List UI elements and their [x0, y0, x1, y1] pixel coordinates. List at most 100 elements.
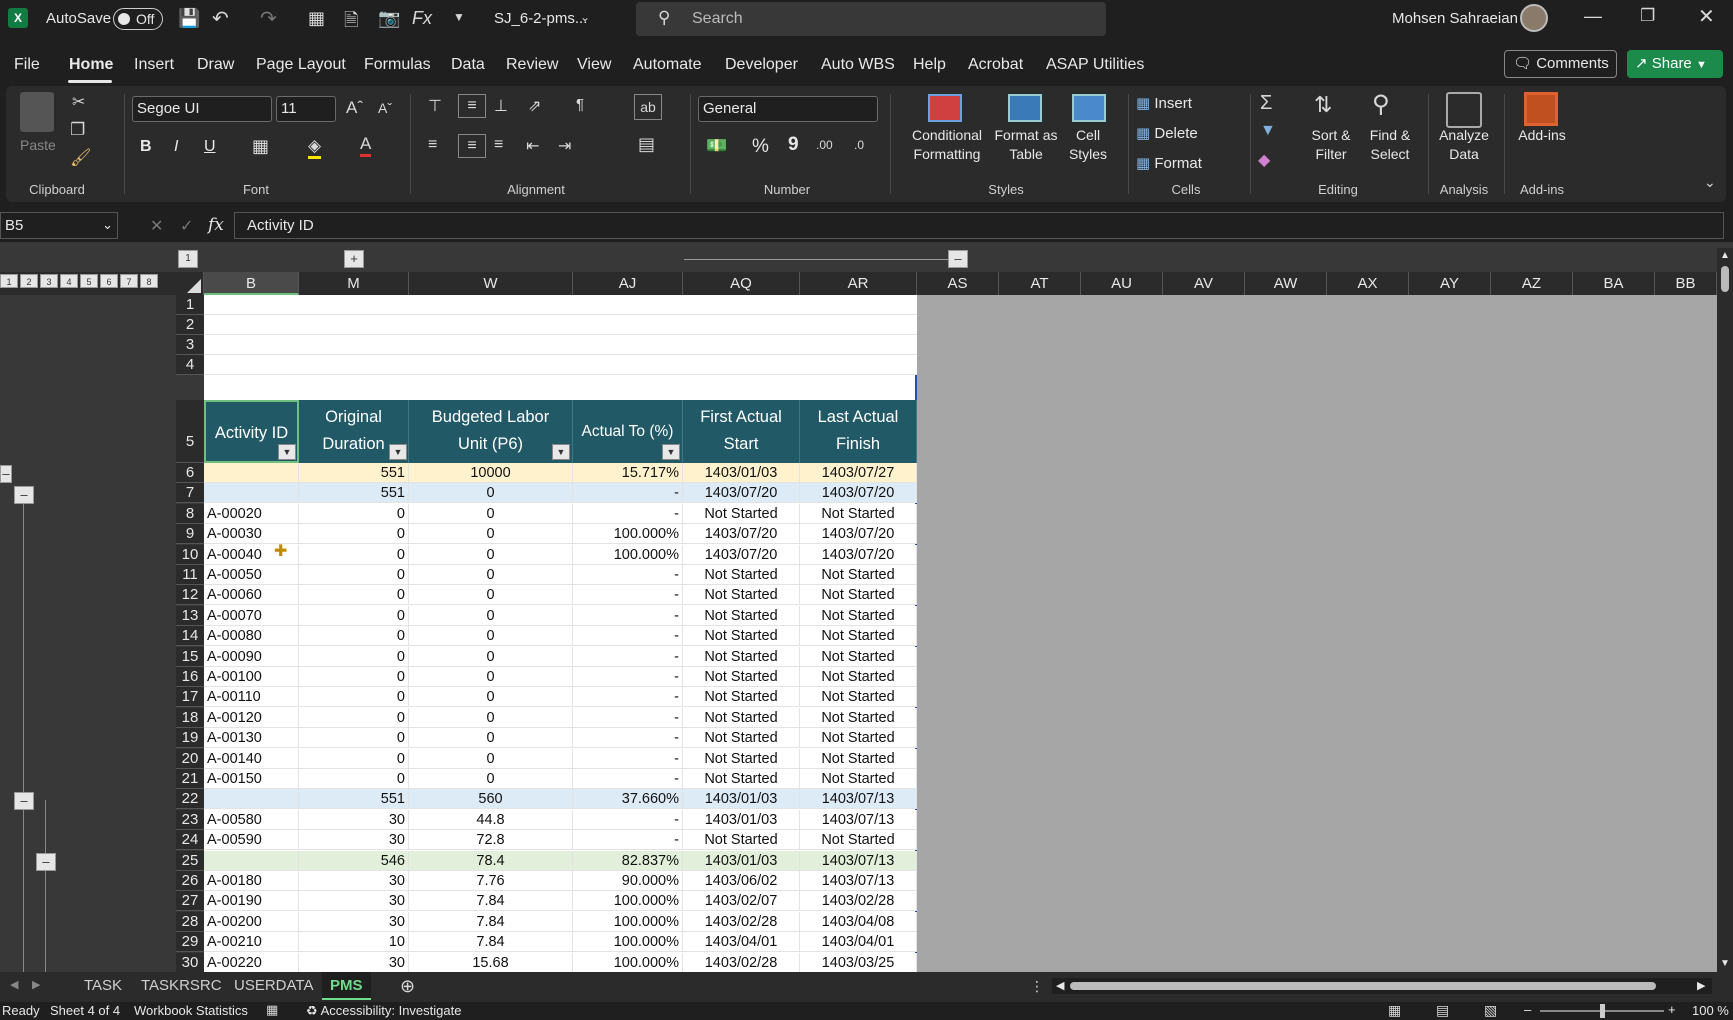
row-header-21[interactable]: 21 [176, 769, 204, 790]
user-name[interactable]: Mohsen Sahraeian [1392, 10, 1518, 27]
cell-w-28[interactable]: 7.84 [409, 912, 573, 933]
menu-review[interactable]: Review [506, 56, 558, 74]
menu-help[interactable]: Help [913, 56, 946, 74]
cell-ar-28[interactable]: 1403/04/08 [800, 912, 917, 933]
cell-w-24[interactable]: 72.8 [409, 830, 573, 851]
borders-icon[interactable]: ▦ [252, 136, 269, 157]
cell-aj-21[interactable]: - [573, 769, 683, 790]
paste-icon[interactable] [20, 92, 54, 132]
cell-m-26[interactable]: 30 [299, 871, 409, 892]
find-select-button[interactable]: Find & Select [1356, 126, 1424, 164]
cell-ar-12[interactable]: Not Started [800, 585, 917, 606]
row-header-19[interactable]: 19 [176, 728, 204, 749]
macro-record-icon[interactable]: ▦ [266, 1002, 278, 1018]
more-options-icon[interactable]: ⋮ [1030, 978, 1044, 995]
row-outline-level-7[interactable]: 7 [120, 274, 138, 288]
row-outline-level-5[interactable]: 5 [80, 274, 98, 288]
cell-ar-14[interactable]: Not Started [800, 626, 917, 647]
redo-icon[interactable]: ↷ [260, 6, 277, 31]
cell-w-13[interactable]: 0 [409, 606, 573, 627]
cell-aq-26[interactable]: 1403/06/02 [683, 871, 800, 892]
cell-b-8[interactable]: A-00020 [204, 504, 299, 525]
align-top-icon[interactable]: ⊤ [428, 96, 442, 116]
zoom-slider[interactable] [1540, 1004, 1664, 1018]
sheet-tab-userdata[interactable]: USERDATA [226, 972, 321, 1000]
cell-aj-23[interactable]: - [573, 810, 683, 831]
cell-m-19[interactable]: 0 [299, 728, 409, 749]
cell-aj-9[interactable]: 100.000% [573, 524, 683, 545]
menu-acrobat[interactable]: Acrobat [968, 56, 1023, 74]
cell-aj-7[interactable]: - [573, 483, 683, 504]
cell-w-18[interactable]: 0 [409, 708, 573, 729]
cell-aj-16[interactable]: - [573, 667, 683, 688]
align-center-icon[interactable]: ≡ [458, 134, 486, 158]
cell-b-28[interactable]: A-00200 [204, 912, 299, 933]
cell-aj-8[interactable]: - [573, 504, 683, 525]
cell-aq-10[interactable]: 1403/07/20 [683, 545, 800, 566]
row-header-26[interactable]: 26 [176, 871, 204, 892]
cell-aq-8[interactable]: Not Started [683, 504, 800, 525]
cancel-entry-icon[interactable]: ✕ [150, 216, 163, 236]
cell-m-7[interactable]: 551 [299, 483, 409, 504]
cell-b-22[interactable] [204, 789, 299, 810]
cell-w-27[interactable]: 7.84 [409, 891, 573, 912]
cell-b-7[interactable] [204, 483, 299, 504]
cell-w-9[interactable]: 0 [409, 524, 573, 545]
zoom-level[interactable]: 100 % [1692, 1003, 1729, 1018]
cell-b-17[interactable]: A-00110 [204, 687, 299, 708]
col-header-ba[interactable]: BA [1573, 272, 1655, 295]
col-header-av[interactable]: AV [1163, 272, 1245, 295]
row-header-14[interactable]: 14 [176, 626, 204, 647]
font-size-select[interactable]: 11 [276, 96, 336, 122]
cell-aq-12[interactable]: Not Started [683, 585, 800, 606]
cell-b-30[interactable]: A-00220 [204, 953, 299, 974]
col-header-ay[interactable]: AY [1409, 272, 1491, 295]
collapse-group-button[interactable]: – [948, 250, 968, 268]
cell-aj-13[interactable]: - [573, 606, 683, 627]
cell-ar-16[interactable]: Not Started [800, 667, 917, 688]
cell-aq-18[interactable]: Not Started [683, 708, 800, 729]
row-header-29[interactable]: 29 [176, 932, 204, 953]
row-header-10[interactable]: 10 [176, 545, 204, 566]
col-header-m[interactable]: M [299, 272, 409, 295]
clear-icon[interactable]: ◆ [1258, 150, 1270, 170]
format-as-table-button[interactable]: Format as Table [990, 126, 1062, 164]
cell-aq-28[interactable]: 1403/02/28 [683, 912, 800, 933]
share-button[interactable]: ↗ Share ▼ [1627, 50, 1723, 78]
col-header-aj[interactable]: AJ [573, 272, 683, 295]
decrease-font-icon[interactable]: Aˇ [378, 100, 392, 116]
cell-aj-24[interactable]: - [573, 830, 683, 851]
cell-ar-20[interactable]: Not Started [800, 749, 917, 770]
row-header-20[interactable]: 20 [176, 749, 204, 770]
row-header-27[interactable]: 27 [176, 891, 204, 912]
col-header-aw[interactable]: AW [1245, 272, 1327, 295]
confirm-entry-icon[interactable]: ✓ [180, 216, 193, 236]
cell-ar-26[interactable]: 1403/07/13 [800, 871, 917, 892]
header-budgeted-labor[interactable]: Budgeted Labor Unit (P6) [409, 400, 573, 463]
filter-dropdown-icon[interactable]: ▼ [389, 444, 407, 460]
decrease-indent-icon[interactable]: ⇤ [526, 136, 539, 156]
cell-aq-23[interactable]: 1403/01/03 [683, 810, 800, 831]
chevron-down-icon[interactable]: ⌄ [580, 10, 590, 24]
cell-ar-25[interactable]: 1403/07/13 [800, 851, 917, 872]
cell-w-8[interactable]: 0 [409, 504, 573, 525]
cell-b-27[interactable]: A-00190 [204, 891, 299, 912]
cell-m-29[interactable]: 10 [299, 932, 409, 953]
number-format-select[interactable]: General [698, 96, 878, 122]
cell-aq-13[interactable]: Not Started [683, 606, 800, 627]
cell-aq-17[interactable]: Not Started [683, 687, 800, 708]
save-icon[interactable]: 💾 [178, 8, 200, 29]
cell-aj-10[interactable]: 100.000% [573, 545, 683, 566]
page-break-view-icon[interactable]: ▧ [1484, 1002, 1497, 1019]
row-header-8[interactable]: 8 [176, 504, 204, 525]
cell-b-25[interactable] [204, 851, 299, 872]
cell-ar-13[interactable]: Not Started [800, 606, 917, 627]
cell-aq-16[interactable]: Not Started [683, 667, 800, 688]
zoom-in-button[interactable]: + [1668, 1002, 1676, 1017]
row-header-28[interactable]: 28 [176, 912, 204, 933]
filter-dropdown-icon[interactable]: ▼ [662, 444, 680, 460]
cell-w-6[interactable]: 10000 [409, 463, 573, 484]
cell-w-21[interactable]: 0 [409, 769, 573, 790]
excel-logo-icon[interactable]: X [8, 8, 28, 28]
file-name[interactable]: SJ_6-2-pms... [494, 10, 587, 27]
